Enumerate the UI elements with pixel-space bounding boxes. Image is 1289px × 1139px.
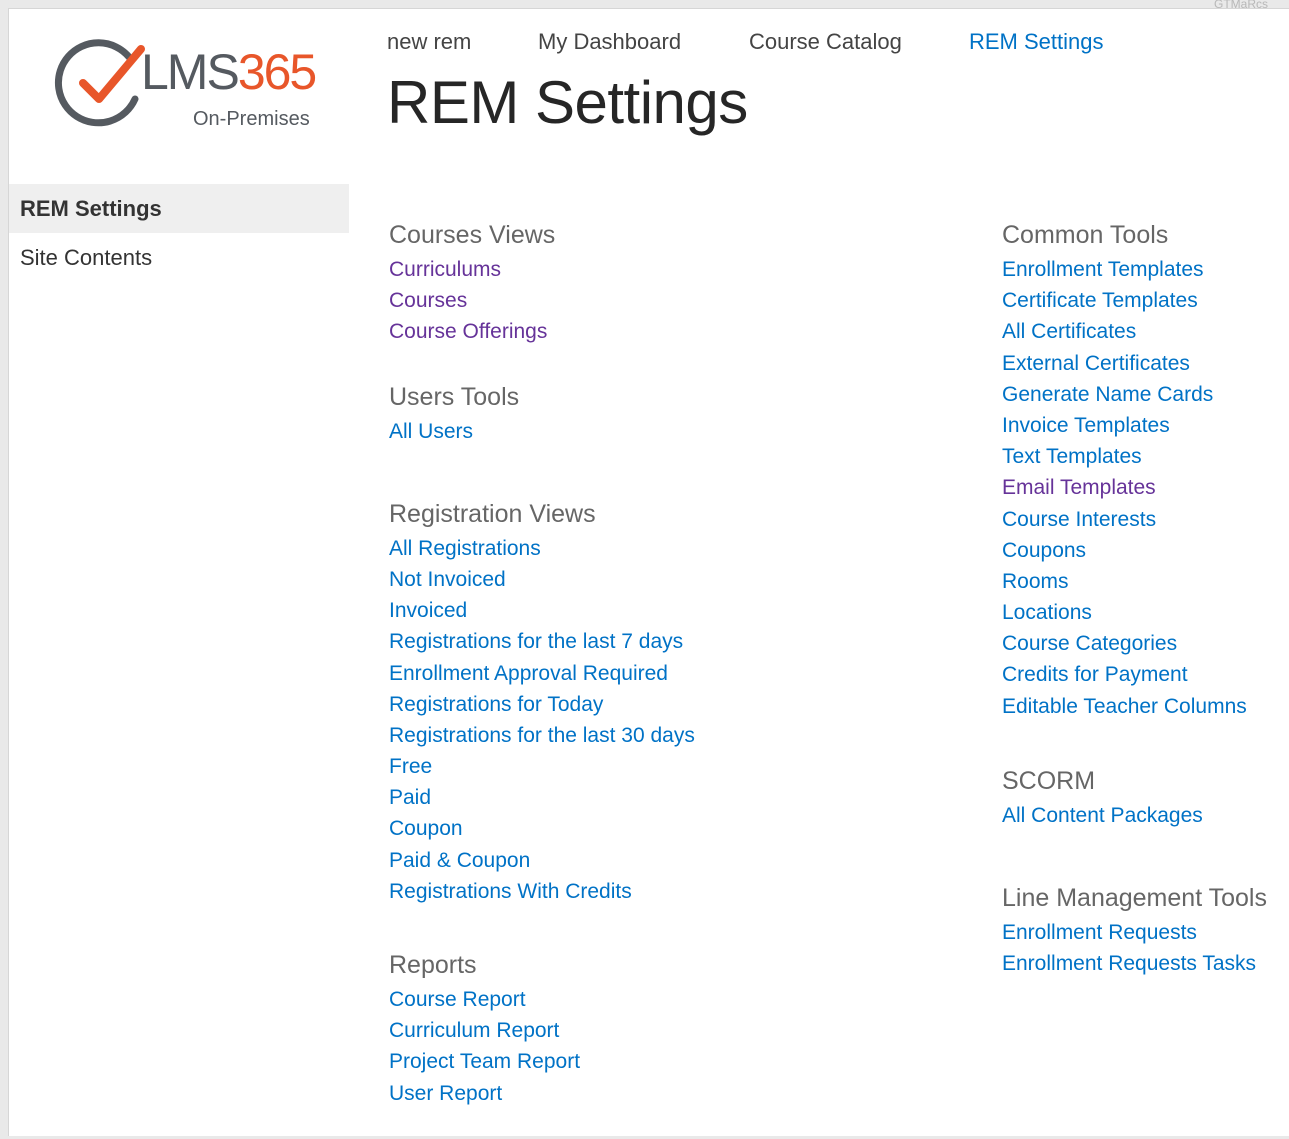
group-title: Common Tools (1002, 221, 1169, 249)
link-all-certificates[interactable]: All Certificates (1002, 316, 1289, 347)
top-nav-course-catalog[interactable]: Course Catalog (749, 29, 902, 55)
logo-subtitle: On-Premises (193, 108, 310, 130)
link-paid[interactable]: Paid (389, 782, 949, 813)
group-scorm: SCORM All Content Packages (1002, 762, 1289, 831)
link-course-report[interactable]: Course Report (389, 984, 949, 1015)
link-external-certificates[interactable]: External Certificates (1002, 348, 1289, 379)
link-invoiced[interactable]: Invoiced (389, 595, 949, 626)
link-not-invoiced[interactable]: Not Invoiced (389, 564, 949, 595)
group-title: Registration Views (389, 499, 596, 528)
link-enrollment-requests[interactable]: Enrollment Requests (1002, 917, 1289, 948)
link-editable-teacher-columns[interactable]: Editable Teacher Columns (1002, 691, 1289, 722)
link-enrollment-templates[interactable]: Enrollment Templates (1002, 254, 1289, 285)
settings-column-right: Common Tools Enrollment Templates Certif… (1002, 216, 1289, 1009)
page-frame: GTMaRcs LMS365 On-Premises new rem My Da… (8, 0, 1289, 1139)
group-title: Line Management Tools (1002, 884, 1267, 912)
link-curriculum-report[interactable]: Curriculum Report (389, 1015, 949, 1046)
quick-launch-nav: REM Settings Site Contents (9, 184, 349, 282)
link-user-report[interactable]: User Report (389, 1078, 949, 1109)
group-users-tools: Users Tools All Users (389, 378, 949, 447)
link-registrations-for-today[interactable]: Registrations for Today (389, 689, 949, 720)
group-title: SCORM (1002, 766, 1096, 795)
link-curriculums[interactable]: Curriculums (389, 254, 949, 285)
link-registrations-with-credits[interactable]: Registrations With Credits (389, 876, 949, 907)
link-all-content-packages[interactable]: All Content Packages (1002, 800, 1289, 831)
link-all-users[interactable]: All Users (389, 416, 949, 447)
logo-brand-number: 365 (237, 44, 317, 100)
group-registration-views: Registration Views All Registrations Not… (389, 495, 949, 907)
checkmark-logo-icon (54, 39, 145, 127)
link-enrollment-approval-required[interactable]: Enrollment Approval Required (389, 658, 949, 689)
link-locations[interactable]: Locations (1002, 597, 1289, 628)
group-title: Users Tools (389, 382, 520, 411)
link-course-interests[interactable]: Course Interests (1002, 504, 1289, 535)
top-nav-new-rem[interactable]: new rem (387, 29, 471, 55)
link-course-categories[interactable]: Course Categories (1002, 628, 1289, 659)
top-nav-my-dashboard[interactable]: My Dashboard (538, 29, 681, 55)
link-email-templates[interactable]: Email Templates (1002, 472, 1289, 503)
link-certificate-templates[interactable]: Certificate Templates (1002, 285, 1289, 316)
group-line-management-tools: Line Management Tools Enrollment Request… (1002, 879, 1289, 979)
link-rooms[interactable]: Rooms (1002, 566, 1289, 597)
group-reports: Reports Course Report Curriculum Report … (389, 946, 949, 1109)
link-course-offerings[interactable]: Course Offerings (389, 316, 949, 347)
link-registrations-last-7-days[interactable]: Registrations for the last 7 days (389, 626, 949, 657)
link-courses[interactable]: Courses (389, 285, 949, 316)
page-title: REM Settings (387, 69, 748, 136)
link-enrollment-requests-tasks[interactable]: Enrollment Requests Tasks (1002, 948, 1289, 979)
top-nav-rem-settings[interactable]: REM Settings (969, 29, 1104, 55)
link-all-registrations[interactable]: All Registrations (389, 533, 949, 564)
lms365-logo[interactable]: LMS365 On-Premises (53, 35, 353, 145)
link-registrations-last-30-days[interactable]: Registrations for the last 30 days (389, 720, 949, 751)
settings-column-left: Courses Views Curriculums Courses Course… (389, 216, 949, 1139)
link-paid-and-coupon[interactable]: Paid & Coupon (389, 845, 949, 876)
left-nav-rem-settings[interactable]: REM Settings (9, 184, 349, 233)
link-free[interactable]: Free (389, 751, 949, 782)
link-invoice-templates[interactable]: Invoice Templates (1002, 410, 1289, 441)
link-project-team-report[interactable]: Project Team Report (389, 1046, 949, 1077)
corner-label: GTMaRcs (1214, 0, 1268, 11)
group-title: Courses Views (389, 221, 556, 249)
group-common-tools: Common Tools Enrollment Templates Certif… (1002, 216, 1289, 722)
link-text-templates[interactable]: Text Templates (1002, 441, 1289, 472)
link-generate-name-cards[interactable]: Generate Name Cards (1002, 379, 1289, 410)
left-nav-site-contents[interactable]: Site Contents (9, 233, 349, 282)
group-title: Reports (389, 951, 477, 979)
logo-brand-prefix: LMS (141, 44, 240, 100)
logo-wordmark: LMS365 (141, 44, 317, 100)
link-credits-for-payment[interactable]: Credits for Payment (1002, 659, 1289, 690)
link-coupon[interactable]: Coupon (389, 813, 949, 844)
link-coupons[interactable]: Coupons (1002, 535, 1289, 566)
group-courses-views: Courses Views Curriculums Courses Course… (389, 216, 949, 348)
